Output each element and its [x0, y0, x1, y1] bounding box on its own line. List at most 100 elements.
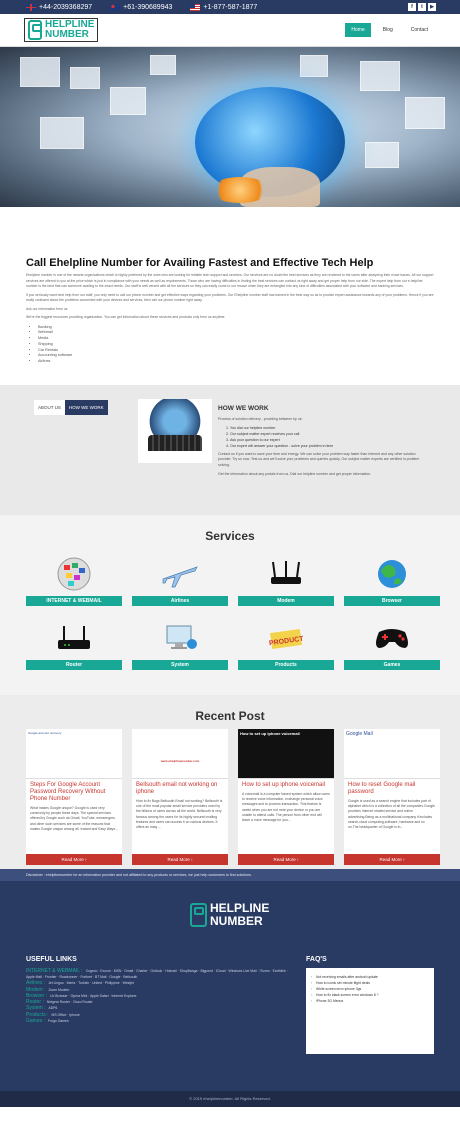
link-row-items[interactable]: Jet Lingus · Iberia · Turkish · United ·… — [48, 981, 134, 985]
service-card-products[interactable]: PRODUCT Products — [238, 619, 334, 671]
service-label[interactable]: Products — [238, 660, 334, 671]
modem-icon — [267, 555, 305, 593]
post-excerpt: A voicemail is a computer based system w… — [242, 792, 330, 823]
service-label[interactable]: Browser — [344, 596, 440, 607]
post-thumbnail[interactable]: www.ehelplinenumber.com — [132, 729, 228, 780]
how-steps: You dial our helpline number Our subject… — [230, 425, 428, 449]
link-row[interactable]: INTERNET & WEBMAIL : Cogeco · Excom · MSN… — [26, 968, 296, 980]
main-nav: Home Blog Contact — [345, 23, 434, 37]
service-label[interactable]: Router — [26, 660, 122, 671]
how-title: HOW WE WORK — [218, 405, 269, 413]
top-contact-bar: +44-2039368297 +61-390689943 +1-877-587-… — [0, 0, 460, 14]
post-excerpt: What makes Google unique? Google is used… — [30, 806, 118, 831]
service-label[interactable]: INTERNET & WEBMAIL — [26, 596, 122, 607]
service-label[interactable]: Games — [344, 660, 440, 671]
youtube-icon[interactable]: ▶ — [428, 3, 436, 11]
faq-item[interactable]: iPhone 3G Menus — [310, 998, 430, 1004]
link-row-head: System : — [26, 1005, 46, 1012]
nav-home[interactable]: Home — [345, 23, 371, 37]
phone-au-number: +61-390689943 — [123, 3, 173, 11]
us-flag-icon — [190, 3, 201, 11]
read-more-button[interactable]: Read More › — [344, 854, 440, 866]
link-row-head: Products : — [26, 1011, 49, 1018]
how-we-work-content: HOW WE WORK Process of solution delivery… — [218, 405, 428, 478]
link-row[interactable]: Games : Frogo Games — [26, 1018, 296, 1024]
hero-glow — [210, 177, 270, 203]
post-thumbnail[interactable]: Google account recovery — [26, 729, 122, 780]
service-card-modem[interactable]: Modem — [238, 555, 334, 607]
link-row-head: Airlines : — [26, 980, 46, 987]
list-item: Airlines — [38, 359, 434, 365]
nav-contact[interactable]: Contact — [405, 23, 434, 37]
useful-links: USEFUL LINKS INTERNET & WEBMAIL : Cogeco … — [26, 956, 296, 1024]
post-thumbnail[interactable]: How to set up iphone voicemail — [238, 729, 334, 780]
recent-title: Recent Post — [195, 709, 265, 724]
service-label[interactable]: System — [132, 660, 228, 671]
post-title[interactable]: Bellsouth email not working on iphone — [132, 779, 228, 796]
service-card-games[interactable]: Games — [344, 619, 440, 671]
intro-paragraph-1: Ehelpline number is one of the newest or… — [26, 273, 434, 288]
service-label[interactable]: Airlines — [132, 596, 228, 607]
intro-section: Call Ehelpline Number for Availing Faste… — [0, 257, 460, 365]
nav-blog[interactable]: Blog — [377, 23, 399, 37]
site-header: HELPLINE NUMBER Home Blog Contact — [0, 14, 460, 47]
twitter-icon[interactable]: t — [418, 3, 426, 11]
post-card: www.ehelplinenumber.com Bellsouth email … — [132, 729, 228, 866]
intro-paragraph-4: We're the biggest resources providing or… — [26, 315, 226, 319]
link-row-head: Router : — [26, 999, 44, 1006]
service-card-system[interactable]: System — [132, 619, 228, 671]
service-card-airlines[interactable]: Airlines — [132, 555, 228, 607]
phone-us[interactable]: +1-877-587-1877 — [190, 3, 258, 11]
post-title[interactable]: How to set up iphone voicemail — [238, 779, 334, 789]
link-row-head: Modem : — [26, 986, 46, 993]
phone-au[interactable]: +61-390689943 — [110, 3, 173, 11]
posts-grid: Google account recovery Steps For Google… — [0, 729, 460, 866]
logo-mark-icon — [28, 20, 42, 40]
link-row-items[interactable]: Netgear Router · Cisco Router — [47, 1000, 93, 1004]
phone-uk[interactable]: +44-2039368297 — [26, 3, 92, 11]
phone-us-number: +1-877-587-1877 — [203, 3, 258, 11]
airplane-icon — [161, 555, 199, 593]
read-more-button[interactable]: Read More › — [238, 854, 334, 866]
system-icon — [161, 619, 199, 657]
post-excerpt: Google is used as a search engine that i… — [348, 799, 435, 830]
service-card-browser[interactable]: Browser — [344, 555, 440, 607]
services-title: Services — [205, 529, 255, 544]
footer-logo[interactable]: HELPLINE NUMBER — [190, 902, 269, 928]
link-row-items[interactable]: Zoom Modem — [48, 988, 69, 992]
site-footer: HELPLINE NUMBER USEFUL LINKS INTERNET & W… — [0, 881, 460, 1092]
read-more-button[interactable]: Read More › — [132, 854, 228, 866]
tab-how-we-work[interactable]: HOW WE WORK — [64, 400, 108, 416]
post-card: How to set up iphone voicemail How to se… — [238, 729, 334, 866]
uk-flag-icon — [26, 3, 36, 11]
how-we-work-image — [138, 399, 212, 464]
products-icon: PRODUCT — [267, 619, 305, 657]
link-row-items[interactable]: Uc Browser · Opera Mini · Apple Safari ·… — [50, 994, 137, 998]
services-grid: INTERNET & WEBMAIL Airlines Modem Browse… — [0, 555, 460, 671]
logo-mark-icon — [190, 903, 207, 928]
post-thumbnail[interactable]: Google Mail — [344, 729, 440, 780]
link-row-items[interactable]: MS Office · Iphone — [52, 1013, 80, 1017]
post-title[interactable]: Steps For Google Account Password Recove… — [26, 779, 122, 803]
copyright: © 2019 ehelplinenumber. All Rights Reser… — [0, 1091, 460, 1108]
list-item: Our expert will answer your question - s… — [230, 443, 428, 449]
link-row-items[interactable]: Frogo Games — [48, 1019, 69, 1023]
tab-about-us[interactable]: ABOUT US — [34, 400, 65, 416]
facebook-icon[interactable]: f — [408, 3, 416, 11]
intro-paragraph-2: If you seriously want best help from our… — [26, 292, 434, 303]
read-more-button[interactable]: Read More › — [26, 854, 122, 866]
link-row-items[interactable]: ADP6 — [48, 1006, 57, 1010]
link-row-head: INTERNET & WEBMAIL : — [26, 968, 83, 975]
service-label[interactable]: Modem — [238, 596, 334, 607]
hero-banner — [0, 47, 460, 207]
footer-logo-line2: NUMBER — [210, 914, 263, 929]
post-title[interactable]: How to reset Google mail password — [344, 779, 440, 796]
site-logo[interactable]: HELPLINE NUMBER — [24, 18, 99, 42]
how-we-work-section: ABOUT US HOW WE WORK HOW WE WORK Process… — [0, 385, 460, 516]
disclaimer-bar: Disclaimer : ehelplinenumber be an infor… — [0, 869, 460, 882]
how-tabs: ABOUT US HOW WE WORK — [34, 400, 108, 416]
service-card-internet[interactable]: INTERNET & WEBMAIL — [26, 555, 122, 607]
service-card-router[interactable]: Router — [26, 619, 122, 671]
recent-posts-section: Recent Post Google account recovery Step… — [0, 695, 460, 870]
intro-paragraph-3: Ask our information from us — [26, 306, 68, 311]
